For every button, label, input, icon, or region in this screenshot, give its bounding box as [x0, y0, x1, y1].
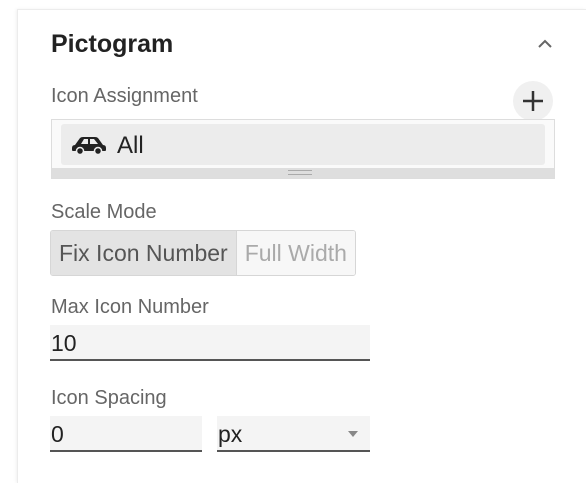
icon-spacing-label: Icon Spacing: [51, 387, 167, 409]
icon-assignment-item[interactable]: All: [61, 124, 545, 165]
list-resize-handle[interactable]: [52, 168, 554, 178]
scale-mode-label: Scale Mode: [51, 201, 157, 223]
grip-icon: [288, 170, 312, 175]
plus-icon: [523, 91, 543, 111]
scale-mode-toggle: Fix Icon Number Full Width: [50, 230, 356, 276]
icon-spacing-unit-value: px: [218, 421, 243, 447]
pictogram-panel: Pictogram Icon Assignment All Scale Mode: [17, 9, 586, 483]
chevron-up-icon: [538, 39, 552, 48]
icon-spacing-unit-select[interactable]: px: [217, 416, 370, 452]
icon-assignment-item-label: All: [117, 132, 144, 159]
scale-mode-option-full-width[interactable]: Full Width: [236, 231, 355, 275]
collapse-button[interactable]: [533, 32, 557, 56]
dropdown-arrow-icon: [348, 431, 358, 437]
icon-spacing-input[interactable]: 0: [50, 416, 202, 452]
max-icon-number-input[interactable]: 10: [50, 325, 370, 361]
car-icon: [72, 137, 106, 155]
add-icon-assignment-button[interactable]: [513, 81, 553, 121]
max-icon-number-label: Max Icon Number: [51, 296, 209, 318]
icon-assignment-list: All: [51, 119, 555, 179]
panel-title: Pictogram: [51, 30, 174, 58]
icon-assignment-label: Icon Assignment: [51, 85, 198, 107]
scale-mode-option-fix-icon-number[interactable]: Fix Icon Number: [51, 231, 237, 275]
